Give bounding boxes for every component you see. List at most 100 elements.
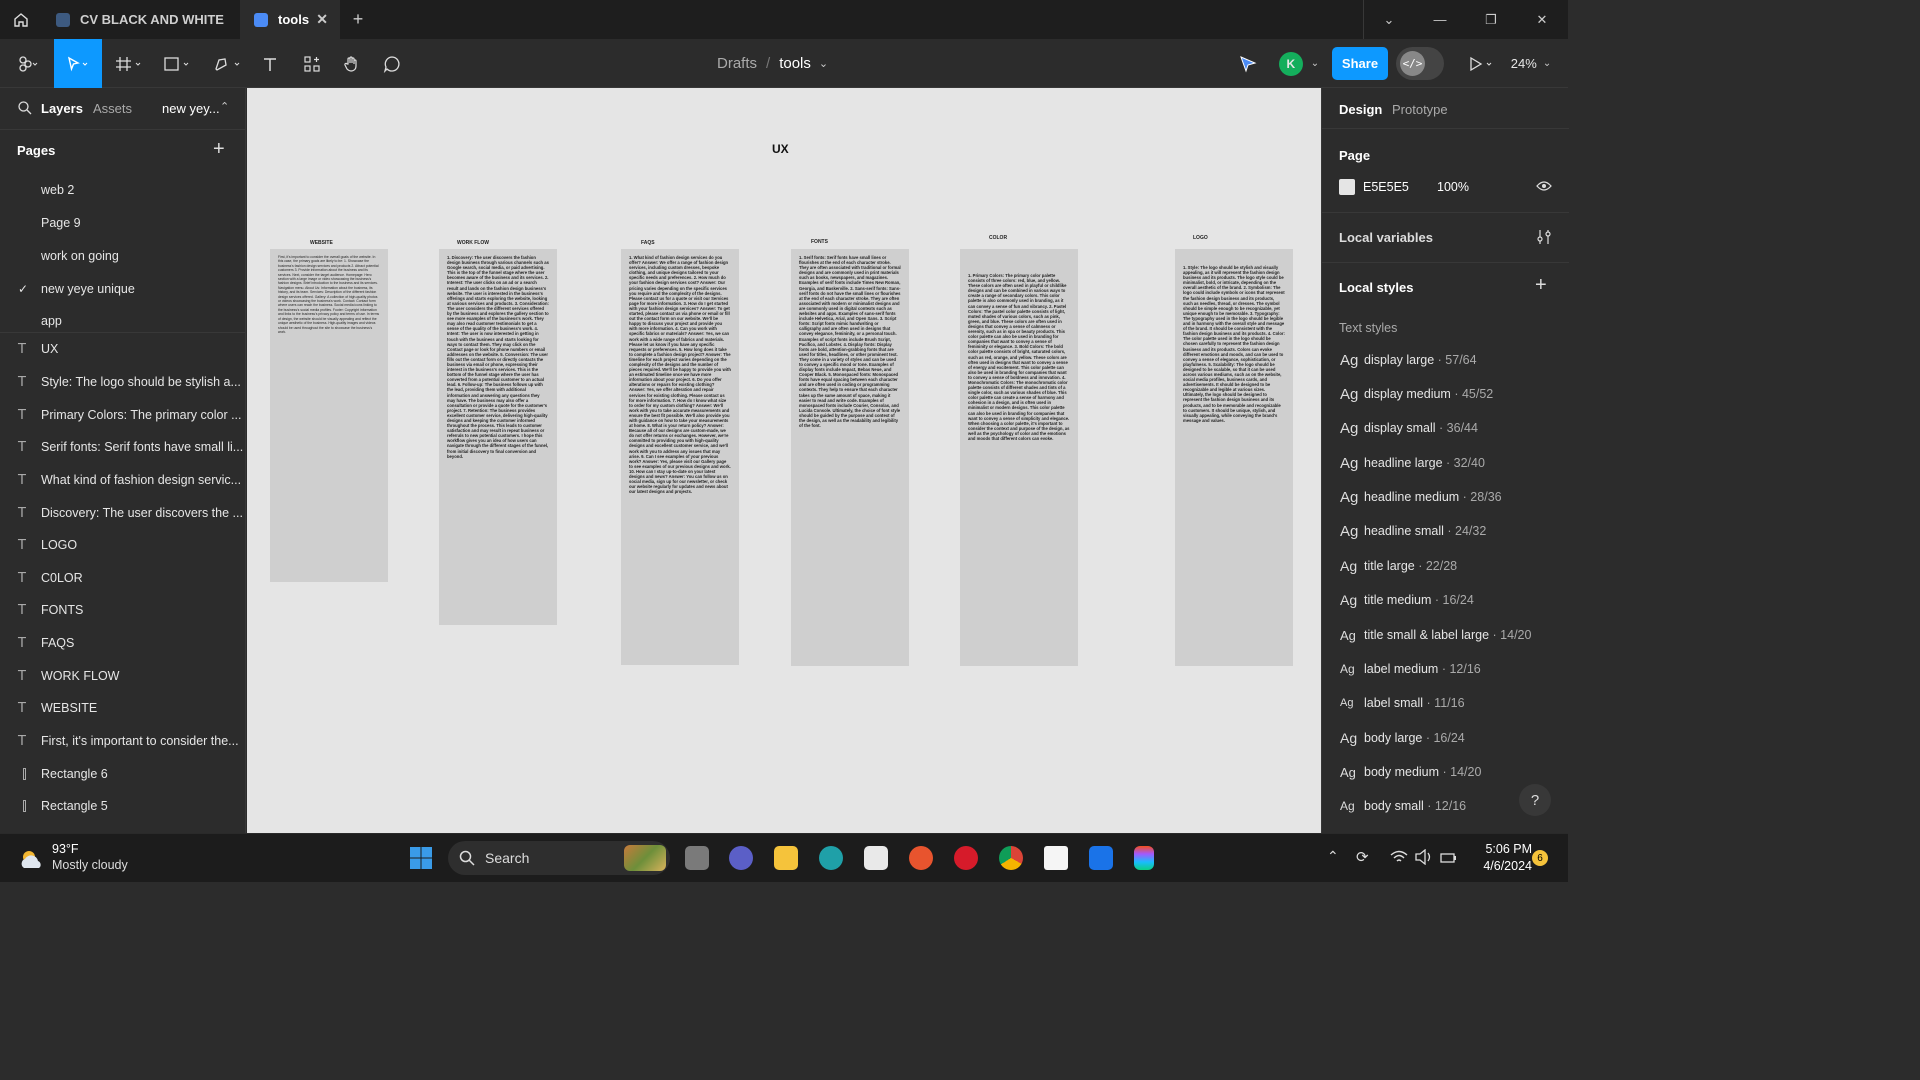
- search-icon[interactable]: [18, 101, 32, 115]
- text-style-item[interactable]: Ag title large · 22/28: [1322, 549, 1569, 583]
- design-canvas[interactable]: UX WEBSITE First, it's important to cons…: [247, 88, 1321, 833]
- firefox-icon[interactable]: [909, 846, 933, 870]
- frame-tool-button[interactable]: [110, 39, 150, 88]
- dev-mode-toggle[interactable]: </>: [1396, 47, 1444, 80]
- frame-label-work-flow[interactable]: WORK FLOW: [457, 240, 489, 246]
- add-style-icon[interactable]: +: [1535, 274, 1547, 297]
- text-style-item[interactable]: Ag body large · 16/24: [1322, 721, 1569, 755]
- home-button[interactable]: [0, 0, 42, 39]
- layer-item[interactable]: T UX: [0, 333, 246, 365]
- add-page-icon[interactable]: +: [213, 138, 225, 161]
- notification-badge[interactable]: 6: [1532, 850, 1548, 866]
- text-style-item[interactable]: Ag label small · 11/16: [1322, 686, 1569, 720]
- layer-item[interactable]: T Serif fonts: Serif fonts have small li.…: [0, 431, 246, 463]
- text-style-item[interactable]: Ag headline small · 24/32: [1322, 514, 1569, 548]
- layer-item[interactable]: T First, it's important to consider the..…: [0, 725, 246, 757]
- text-style-item[interactable]: Ag display small · 36/44: [1322, 411, 1569, 445]
- move-tool-button[interactable]: [54, 39, 102, 88]
- frame-label-color[interactable]: COLOR: [989, 235, 1007, 241]
- text-style-item[interactable]: Ag headline large · 32/40: [1322, 446, 1569, 480]
- minimize-button[interactable]: —: [1415, 0, 1465, 39]
- frame-label-faqs[interactable]: FAQS: [641, 240, 655, 246]
- shape-tool-button[interactable]: [158, 39, 198, 88]
- tab-tools[interactable]: tools ✕: [240, 0, 340, 39]
- text-style-item[interactable]: Ag label medium · 12/16: [1322, 652, 1569, 686]
- start-button[interactable]: [409, 846, 433, 870]
- zoom-menu[interactable]: 24% ⌄: [1508, 39, 1554, 88]
- help-button[interactable]: ?: [1519, 784, 1551, 816]
- resources-tool-button[interactable]: [298, 39, 326, 88]
- taskbar-search[interactable]: Search: [448, 841, 670, 875]
- tab-cv-black-and-white[interactable]: CV BLACK AND WHITE: [42, 0, 240, 39]
- layer-item[interactable]: T Discovery: The user discovers the ...: [0, 497, 246, 529]
- layer-item[interactable]: Rectangle 6: [0, 758, 246, 790]
- frame-logo[interactable]: 1. Style: The logo should be stylish and…: [1175, 249, 1293, 666]
- layer-item[interactable]: T What kind of fashion design servic...: [0, 464, 246, 496]
- opera-icon[interactable]: [954, 846, 978, 870]
- layer-item[interactable]: T FAQS: [0, 627, 246, 659]
- layer-item[interactable]: T Primary Colors: The primary color ...: [0, 399, 246, 431]
- text-style-item[interactable]: Ag display large · 57/64: [1322, 343, 1569, 377]
- file-explorer-icon[interactable]: [774, 846, 798, 870]
- layer-item[interactable]: T FONTS: [0, 594, 246, 626]
- page-item-web-2[interactable]: web 2: [0, 174, 246, 206]
- page-opacity-value[interactable]: 100%: [1437, 180, 1469, 194]
- page-item-page-9[interactable]: Page 9: [0, 207, 246, 239]
- layer-item[interactable]: T WEBSITE: [0, 692, 246, 724]
- text-tool-button[interactable]: [256, 39, 284, 88]
- page-item-work-on-going[interactable]: work on going: [0, 240, 246, 272]
- page-item-new-yeye-unique[interactable]: ✓ new yeye unique: [0, 273, 246, 305]
- layer-item[interactable]: T WORK FLOW: [0, 660, 246, 692]
- eye-icon[interactable]: [1536, 180, 1552, 192]
- chevron-down-icon[interactable]: ⌄: [819, 57, 828, 70]
- close-tab-icon[interactable]: ✕: [316, 11, 328, 28]
- frame-faqs[interactable]: 1. What kind of fashion design services …: [621, 249, 739, 665]
- local-variables-label[interactable]: Local variables: [1339, 230, 1433, 245]
- text-style-item[interactable]: Ag title medium · 16/24: [1322, 583, 1569, 617]
- frame-label-logo[interactable]: LOGO: [1193, 235, 1208, 241]
- text-style-item[interactable]: Ag title small & label large · 14/20: [1322, 618, 1569, 652]
- main-menu-button[interactable]: [8, 39, 48, 88]
- variables-settings-icon[interactable]: [1536, 229, 1552, 245]
- chevron-up-icon[interactable]: ⌃: [1327, 848, 1339, 865]
- figma-app-icon[interactable]: [1089, 846, 1113, 870]
- close-window-button[interactable]: ✕: [1517, 0, 1567, 39]
- video-call-icon[interactable]: [729, 846, 753, 870]
- restore-button[interactable]: ❐: [1466, 0, 1516, 39]
- tab-layers[interactable]: Layers: [41, 101, 83, 116]
- task-view-icon[interactable]: [685, 846, 709, 870]
- edge-browser-icon[interactable]: [819, 846, 843, 870]
- speaker-icon[interactable]: [1415, 849, 1433, 865]
- page-color-swatch[interactable]: [1339, 179, 1355, 195]
- breadcrumb-drafts[interactable]: Drafts: [717, 55, 757, 72]
- battery-icon[interactable]: [1440, 849, 1458, 865]
- page-selector[interactable]: new yey...: [162, 101, 220, 116]
- share-button[interactable]: Share: [1332, 47, 1388, 80]
- chevron-up-icon[interactable]: ⌃: [220, 100, 229, 113]
- canvas-title[interactable]: UX: [772, 142, 789, 156]
- text-style-item[interactable]: Ag display medium · 45/52: [1322, 377, 1569, 411]
- sync-icon[interactable]: ⟳: [1356, 848, 1369, 866]
- pen-tool-button[interactable]: [206, 39, 250, 88]
- text-style-item[interactable]: Ag headline medium · 28/36: [1322, 480, 1569, 514]
- clock[interactable]: 5:06 PM 4/6/2024: [1466, 842, 1532, 873]
- avatar-menu[interactable]: K ⌄: [1272, 39, 1326, 88]
- layer-item[interactable]: T C0LOR: [0, 562, 246, 594]
- notepad-icon[interactable]: [1044, 846, 1068, 870]
- chrome-icon[interactable]: [999, 846, 1023, 870]
- frame-website[interactable]: First, it's important to consider the ov…: [270, 249, 388, 582]
- figma-desktop-icon[interactable]: [1134, 846, 1154, 870]
- layer-item[interactable]: T LOGO: [0, 529, 246, 561]
- wifi-icon[interactable]: [1390, 850, 1408, 864]
- hand-tool-button[interactable]: [338, 39, 366, 88]
- frame-work-flow[interactable]: 1. Discovery: The user discovers the fas…: [439, 249, 557, 625]
- present-button[interactable]: [1462, 39, 1502, 88]
- multiplayer-cursor-button[interactable]: [1232, 39, 1264, 88]
- chevron-down-icon[interactable]: ⌄: [1364, 0, 1414, 39]
- frame-label-website[interactable]: WEBSITE: [310, 240, 333, 246]
- page-color-value[interactable]: E5E5E5: [1363, 180, 1409, 194]
- comment-tool-button[interactable]: [378, 39, 406, 88]
- layer-item[interactable]: T Style: The logo should be stylish a...: [0, 366, 246, 398]
- frame-label-fonts[interactable]: FONTS: [811, 239, 828, 245]
- layer-item[interactable]: Rectangle 5: [0, 790, 246, 822]
